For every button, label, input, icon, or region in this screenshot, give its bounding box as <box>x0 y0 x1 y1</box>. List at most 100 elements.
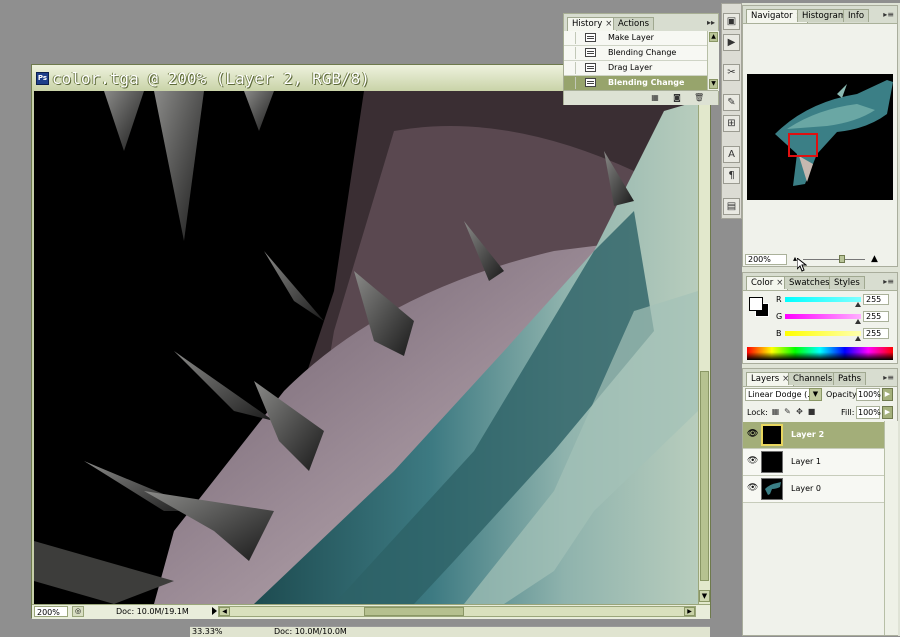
history-state-icon <box>585 78 596 87</box>
layer-comps-icon[interactable]: ▤ <box>723 198 740 215</box>
opacity-slider-arrow-icon[interactable]: ▶ <box>882 388 893 401</box>
red-slider-knob[interactable] <box>855 302 861 307</box>
character-icon[interactable]: A <box>723 146 740 163</box>
navigator-preview-image <box>747 74 893 200</box>
history-item-selected[interactable]: Blending Change <box>564 76 707 91</box>
green-value-field[interactable]: 255 <box>863 311 889 322</box>
opacity-field[interactable]: 100% <box>856 388 881 401</box>
history-brush-source-checkbox[interactable] <box>565 77 576 89</box>
fill-slider-arrow-icon[interactable]: ▶ <box>882 406 893 419</box>
tab-color[interactable]: Color × <box>746 276 789 290</box>
visibility-eye-icon[interactable]: 👁 <box>747 457 758 466</box>
green-channel-slider[interactable] <box>785 314 861 319</box>
tab-paths-label: Paths <box>838 374 862 384</box>
history-brush-icon[interactable]: ▣ <box>723 13 740 30</box>
brush-tool-icon[interactable]: ✎ <box>723 94 740 111</box>
layers-scrollbar[interactable] <box>884 421 898 635</box>
tab-styles-label: Styles <box>834 278 860 288</box>
document-window[interactable]: Ps color.tga @ 200% (Layer 2, RGB/8) ▼ 2… <box>31 64 711 619</box>
layer-name: Layer 1 <box>791 457 821 466</box>
lock-position-icon[interactable]: ✥ <box>795 407 804 417</box>
scroll-right-arrow-icon[interactable]: ▶ <box>684 607 695 616</box>
tab-paths[interactable]: Paths <box>833 372 867 385</box>
layers-panel[interactable]: Layers × Channels Paths ▸≡ Linear Dodge (… <box>742 368 898 636</box>
navigator-tabbar: Navigator× Histogram Info ▸≡ <box>743 6 897 24</box>
new-snapshot-icon[interactable]: ◙ <box>672 93 682 102</box>
zoom-in-icon[interactable]: ▲ <box>871 254 878 264</box>
horizontal-scroll-thumb[interactable] <box>364 607 464 616</box>
layer-row-selected[interactable]: 👁 Layer 2 <box>743 422 884 449</box>
scroll-left-arrow-icon[interactable]: ◀ <box>219 607 230 616</box>
foreground-color-swatch[interactable] <box>749 297 763 311</box>
new-document-from-state-icon[interactable]: ▦ <box>650 93 660 102</box>
scroll-down-arrow-icon[interactable]: ▼ <box>699 590 710 602</box>
color-spectrum-ramp[interactable] <box>747 347 893 360</box>
close-icon[interactable]: × <box>776 278 783 288</box>
paragraph-icon[interactable]: ¶ <box>723 167 740 184</box>
navigator-thumbnail[interactable] <box>747 74 893 200</box>
history-item-label: Make Layer <box>608 33 654 42</box>
green-slider-knob[interactable] <box>855 319 861 324</box>
layers-tabbar: Layers × Channels Paths ▸≡ <box>743 369 897 387</box>
history-brush-source-checkbox[interactable] <box>565 47 576 59</box>
vertical-scroll-thumb[interactable] <box>700 371 709 581</box>
red-channel-slider[interactable] <box>785 297 861 302</box>
fill-field[interactable]: 100% <box>856 406 881 419</box>
horizontal-scrollbar[interactable]: ◀ ▶ <box>218 606 696 617</box>
panel-menu-icon[interactable]: ▸≡ <box>883 277 894 286</box>
navigator-zoom-knob[interactable] <box>839 255 845 263</box>
visibility-eye-icon[interactable]: 👁 <box>747 484 758 493</box>
layer-row[interactable]: 👁 Layer 0 <box>743 476 884 503</box>
close-icon[interactable]: × <box>605 19 612 29</box>
history-item[interactable]: Drag Layer <box>564 61 707 76</box>
document-size-info: Doc: 10.0M/19.1M <box>116 607 189 616</box>
blue-value-field[interactable]: 255 <box>863 328 889 339</box>
scroll-down-arrow-icon[interactable]: ▼ <box>709 79 718 89</box>
image-canvas[interactable] <box>34 91 698 604</box>
clone-stamp-icon[interactable]: ⊞ <box>723 115 740 132</box>
crop-tool-icon[interactable]: ✂ <box>723 64 740 81</box>
lock-transparency-icon[interactable]: ▦ <box>771 407 780 417</box>
tab-history-label: History <box>572 19 603 29</box>
chevron-down-icon[interactable]: ▼ <box>809 388 822 401</box>
history-brush-source-checkbox[interactable] <box>565 62 576 74</box>
color-panel[interactable]: Color × Swatches Styles ▸≡ R 255 G 255 B … <box>742 272 898 364</box>
history-scrollbar[interactable]: ▲ ▼ <box>707 31 719 91</box>
panel-menu-icon[interactable]: ▸≡ <box>883 373 894 382</box>
navigator-view-box[interactable] <box>788 133 818 157</box>
history-brush-source-checkbox[interactable] <box>565 32 576 44</box>
status-menu-arrow-icon[interactable] <box>212 607 217 615</box>
play-action-icon[interactable]: ▶ <box>723 34 740 51</box>
zoom-level-field[interactable]: 200% <box>34 606 68 617</box>
history-panel[interactable]: History × Actions ▸▸ Make Layer Blending … <box>563 13 719 105</box>
tab-actions-label: Actions <box>618 19 650 29</box>
status-options-icon[interactable]: ◎ <box>72 606 84 617</box>
history-item[interactable]: Make Layer <box>564 31 707 46</box>
tab-swatches[interactable]: Swatches <box>784 276 835 289</box>
navigator-zoom-slider[interactable] <box>803 259 865 260</box>
lock-all-icon[interactable]: ■ <box>807 407 816 417</box>
navigator-zoom-field[interactable]: 200% <box>745 254 787 265</box>
history-item[interactable]: Blending Change <box>564 46 707 61</box>
tab-actions[interactable]: Actions <box>613 17 655 30</box>
red-value-field[interactable]: 255 <box>863 294 889 305</box>
history-item-label: Blending Change <box>608 48 677 57</box>
lock-image-icon[interactable]: ✎ <box>783 407 792 417</box>
vertical-scrollbar[interactable]: ▼ <box>698 91 710 604</box>
blue-channel-slider[interactable] <box>785 331 861 336</box>
creature-mouth-artwork <box>34 91 698 604</box>
navigator-panel[interactable]: Navigator× Histogram Info ▸≡ 200% ▴ ▲ <box>742 5 898 272</box>
panel-menu-icon[interactable]: ▸≡ <box>883 10 894 19</box>
tab-info[interactable]: Info <box>843 9 870 22</box>
trash-icon[interactable]: 🗑 <box>694 93 704 102</box>
tab-swatches-label: Swatches <box>789 278 830 288</box>
tab-styles[interactable]: Styles <box>829 276 865 289</box>
scroll-up-arrow-icon[interactable]: ▲ <box>709 32 718 42</box>
tab-channels[interactable]: Channels <box>788 372 838 385</box>
layer-row[interactable]: 👁 Layer 1 <box>743 449 884 476</box>
history-state-icon <box>585 48 596 57</box>
tab-history[interactable]: History × <box>567 17 618 31</box>
visibility-eye-icon[interactable]: 👁 <box>747 430 758 439</box>
blue-slider-knob[interactable] <box>855 336 861 341</box>
panel-menu-icon[interactable]: ▸▸ <box>707 18 715 27</box>
